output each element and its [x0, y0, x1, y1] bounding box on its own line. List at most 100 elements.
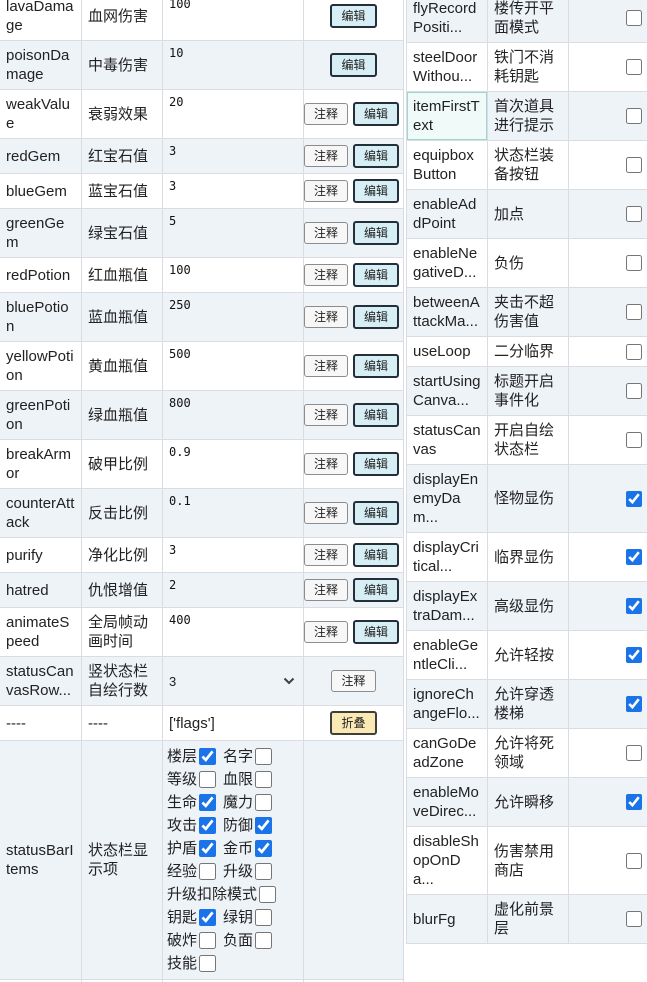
comment-button[interactable]: 注释 [331, 670, 375, 692]
table-row[interactable]: weakValue衰弱效果20注释编辑 [0, 90, 404, 139]
comment-button[interactable]: 注释 [304, 222, 348, 244]
table-row[interactable]: displayCritical...临界显伤 [406, 533, 647, 582]
config-value[interactable]: ['flags'] [163, 706, 304, 740]
edit-button[interactable]: 编辑 [353, 102, 399, 126]
status-item-checkbox[interactable] [255, 932, 272, 949]
status-item-checkbox[interactable] [255, 771, 272, 788]
config-value[interactable]: 800 [163, 391, 304, 439]
row-checkbox[interactable] [626, 911, 642, 927]
row-checkbox[interactable] [626, 647, 642, 663]
config-value[interactable]: 3 [163, 538, 304, 572]
row-checkbox[interactable] [626, 10, 642, 26]
status-item-checkbox[interactable] [199, 863, 216, 880]
table-row[interactable]: statusBarItems状态栏显示项楼层名字等级血限生命魔力攻击防御护盾金币… [0, 741, 404, 980]
rows-select[interactable]: 3 [163, 657, 304, 705]
table-row[interactable]: yellowPotion黄血瓶值500注释编辑 [0, 342, 404, 391]
comment-button[interactable]: 注释 [304, 355, 348, 377]
edit-button[interactable]: 编辑 [353, 403, 399, 427]
status-item-checkbox[interactable] [255, 840, 272, 857]
edit-button[interactable]: 编辑 [353, 354, 399, 378]
comment-button[interactable]: 注释 [304, 404, 348, 426]
table-row[interactable]: displayExtraDam...高级显伤 [406, 582, 647, 631]
config-value[interactable]: 2 [163, 573, 304, 607]
config-value[interactable]: 20 [163, 90, 304, 138]
row-checkbox[interactable] [626, 853, 642, 869]
row-checkbox[interactable] [626, 304, 642, 320]
row-checkbox[interactable] [626, 549, 642, 565]
table-row[interactable]: lavaDamage血网伤害100编辑 [0, 0, 404, 41]
comment-button[interactable]: 注释 [304, 145, 348, 167]
table-row[interactable]: enableNegativeD...负伤 [406, 239, 647, 288]
status-item-checkbox[interactable] [199, 909, 216, 926]
row-checkbox[interactable] [626, 157, 642, 173]
table-row[interactable]: statusCanvasRow...竖状态栏自绘行数3注释 [0, 657, 404, 706]
table-row[interactable]: blueGem蓝宝石值3注释编辑 [0, 174, 404, 209]
table-row[interactable]: --------['flags']折叠 [0, 706, 404, 741]
row-checkbox[interactable] [626, 745, 642, 761]
collapse-button[interactable]: 折叠 [330, 711, 376, 735]
table-row[interactable]: animateSpeed全局帧动画时间400注释编辑 [0, 608, 404, 657]
table-row[interactable]: poisonDamage中毒伤害10编辑 [0, 41, 404, 90]
status-item-checkbox[interactable] [199, 817, 216, 834]
table-row[interactable]: canGoDeadZone允许将死领域 [406, 729, 647, 778]
table-row[interactable]: enableMoveDirec...允许瞬移 [406, 778, 647, 827]
edit-button[interactable]: 编辑 [353, 144, 399, 168]
table-row[interactable]: betweenAttackMa...夹击不超伤害值 [406, 288, 647, 337]
row-checkbox[interactable] [626, 696, 642, 712]
table-row[interactable]: ignoreChangeFlo...允许穿透楼梯 [406, 680, 647, 729]
edit-button[interactable]: 编辑 [353, 221, 399, 245]
config-value[interactable]: 5 [163, 209, 304, 257]
table-row[interactable]: counterAttack反击比例0.1注释编辑 [0, 489, 404, 538]
edit-button[interactable]: 编辑 [353, 263, 399, 287]
row-checkbox[interactable] [626, 598, 642, 614]
edit-button[interactable]: 编辑 [330, 53, 376, 77]
table-row[interactable]: steelDoorWithou...铁门不消耗钥匙 [406, 43, 647, 92]
edit-button[interactable]: 编辑 [353, 179, 399, 203]
table-row[interactable]: redGem红宝石值3注释编辑 [0, 139, 404, 174]
table-row[interactable]: disableShopOnDa...伤害禁用商店 [406, 827, 647, 895]
status-item-checkbox[interactable] [199, 794, 216, 811]
comment-button[interactable]: 注释 [304, 621, 348, 643]
config-value[interactable]: 400 [163, 608, 304, 656]
row-checkbox[interactable] [626, 206, 642, 222]
table-row[interactable]: displayEnemyDam...怪物显伤 [406, 465, 647, 533]
edit-button[interactable]: 编辑 [353, 620, 399, 644]
config-value[interactable]: 100 [163, 258, 304, 292]
row-checkbox[interactable] [626, 491, 642, 507]
table-row[interactable]: useLoop二分临界 [406, 337, 647, 367]
table-row[interactable]: redPotion红血瓶值100注释编辑 [0, 258, 404, 293]
status-item-checkbox[interactable] [259, 886, 276, 903]
edit-button[interactable]: 编辑 [330, 4, 376, 28]
table-row[interactable]: enableAddPoint加点 [406, 190, 647, 239]
status-item-checkbox[interactable] [199, 955, 216, 972]
edit-button[interactable]: 编辑 [353, 578, 399, 602]
comment-button[interactable]: 注释 [304, 180, 348, 202]
table-row[interactable]: purify净化比例3注释编辑 [0, 538, 404, 573]
row-checkbox[interactable] [626, 59, 642, 75]
table-row[interactable]: statusCanvas开启自绘状态栏 [406, 416, 647, 465]
status-item-checkbox[interactable] [255, 794, 272, 811]
table-row[interactable]: hatred仇恨增值2注释编辑 [0, 573, 404, 608]
config-value[interactable]: 10 [163, 41, 304, 89]
comment-button[interactable]: 注释 [304, 502, 348, 524]
comment-button[interactable]: 注释 [304, 264, 348, 286]
row-checkbox[interactable] [626, 383, 642, 399]
table-row[interactable]: greenPotion绿血瓶值800注释编辑 [0, 391, 404, 440]
comment-button[interactable]: 注释 [304, 579, 348, 601]
table-row[interactable]: bluePotion蓝血瓶值250注释编辑 [0, 293, 404, 342]
comment-button[interactable]: 注释 [304, 453, 348, 475]
row-checkbox[interactable] [626, 108, 642, 124]
row-checkbox[interactable] [626, 794, 642, 810]
status-item-checkbox[interactable] [255, 817, 272, 834]
table-row[interactable]: breakArmor破甲比例0.9注释编辑 [0, 440, 404, 489]
table-row[interactable]: flyRecordPositi...楼传开平面模式 [406, 0, 647, 43]
comment-button[interactable]: 注释 [304, 306, 348, 328]
config-value[interactable]: 3 [163, 139, 304, 173]
edit-button[interactable]: 编辑 [353, 501, 399, 525]
config-value[interactable]: 0.1 [163, 489, 304, 537]
status-item-checkbox[interactable] [255, 863, 272, 880]
row-checkbox[interactable] [626, 432, 642, 448]
table-row[interactable]: equipboxButton状态栏装备按钮 [406, 141, 647, 190]
config-value[interactable]: 500 [163, 342, 304, 390]
comment-button[interactable]: 注释 [304, 103, 348, 125]
